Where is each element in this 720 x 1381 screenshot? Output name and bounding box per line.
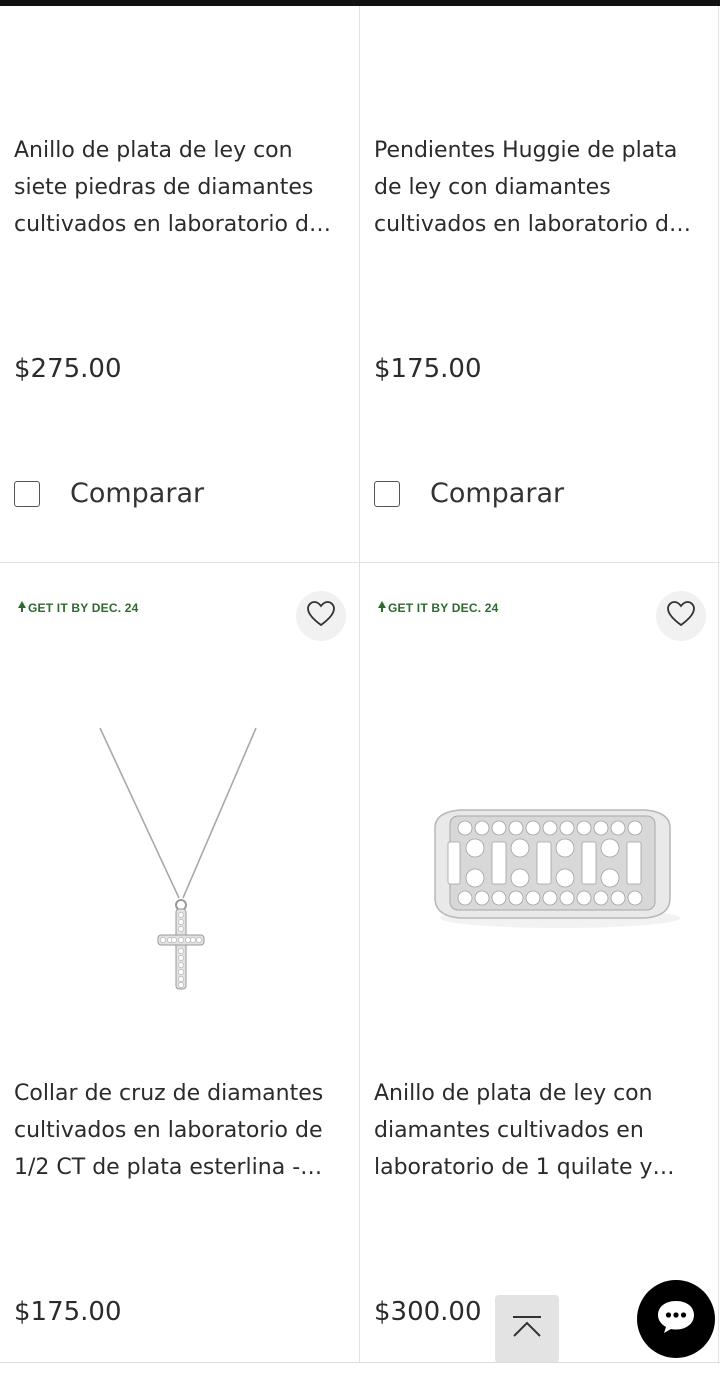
compare-label: Comparar [70, 478, 205, 509]
badge-text: GET IT BY DEC. 24 [28, 601, 139, 615]
product-price: $275.00 [14, 354, 122, 384]
heart-icon [667, 601, 695, 631]
product-price: $175.00 [374, 354, 482, 384]
product-card[interactable]: Pendientes Huggie de plata de ley con di… [360, 6, 719, 562]
delivery-badge: GET IT BY DEC. 24 [18, 601, 139, 615]
badge-text: GET IT BY DEC. 24 [388, 601, 499, 615]
product-title[interactable]: Collar de cruz de diamantes cultivados e… [14, 1075, 344, 1186]
arrow-up-icon [511, 1314, 543, 1344]
checkbox-box[interactable] [374, 480, 400, 507]
favorite-button[interactable] [296, 591, 346, 641]
compare-label: Comparar [430, 478, 565, 509]
product-image-diamond-ring[interactable] [420, 798, 690, 938]
chat-bubble-icon [656, 1298, 696, 1340]
product-title[interactable]: Pendientes Huggie de plata de ley con di… [374, 132, 704, 243]
product-title[interactable]: Anillo de plata de ley con siete piedras… [14, 132, 344, 243]
product-card[interactable]: GET IT BY DEC. 24 [360, 563, 719, 1363]
favorite-button[interactable] [656, 591, 706, 641]
heart-icon [307, 601, 335, 631]
product-card[interactable]: Anillo de plata de ley con siete piedras… [0, 6, 359, 562]
bottom-divider [0, 1362, 720, 1363]
product-grid: Anillo de plata de ley con siete piedras… [0, 6, 720, 1363]
product-title[interactable]: Anillo de plata de ley con diamantes cul… [374, 1075, 704, 1186]
chat-button[interactable] [637, 1280, 715, 1358]
tree-icon [378, 601, 386, 615]
tree-icon [18, 601, 26, 615]
scroll-to-top-button[interactable] [495, 1295, 559, 1363]
delivery-badge: GET IT BY DEC. 24 [378, 601, 499, 615]
product-image-cross-necklace[interactable] [80, 723, 280, 993]
compare-checkbox[interactable]: Comparar [14, 478, 204, 509]
product-card[interactable]: GET IT BY DEC. 24 [0, 563, 359, 1363]
product-price: $175.00 [14, 1297, 122, 1327]
product-price: $300.00 [374, 1297, 482, 1327]
compare-checkbox[interactable]: Comparar [374, 478, 564, 509]
checkbox-box[interactable] [14, 480, 40, 507]
